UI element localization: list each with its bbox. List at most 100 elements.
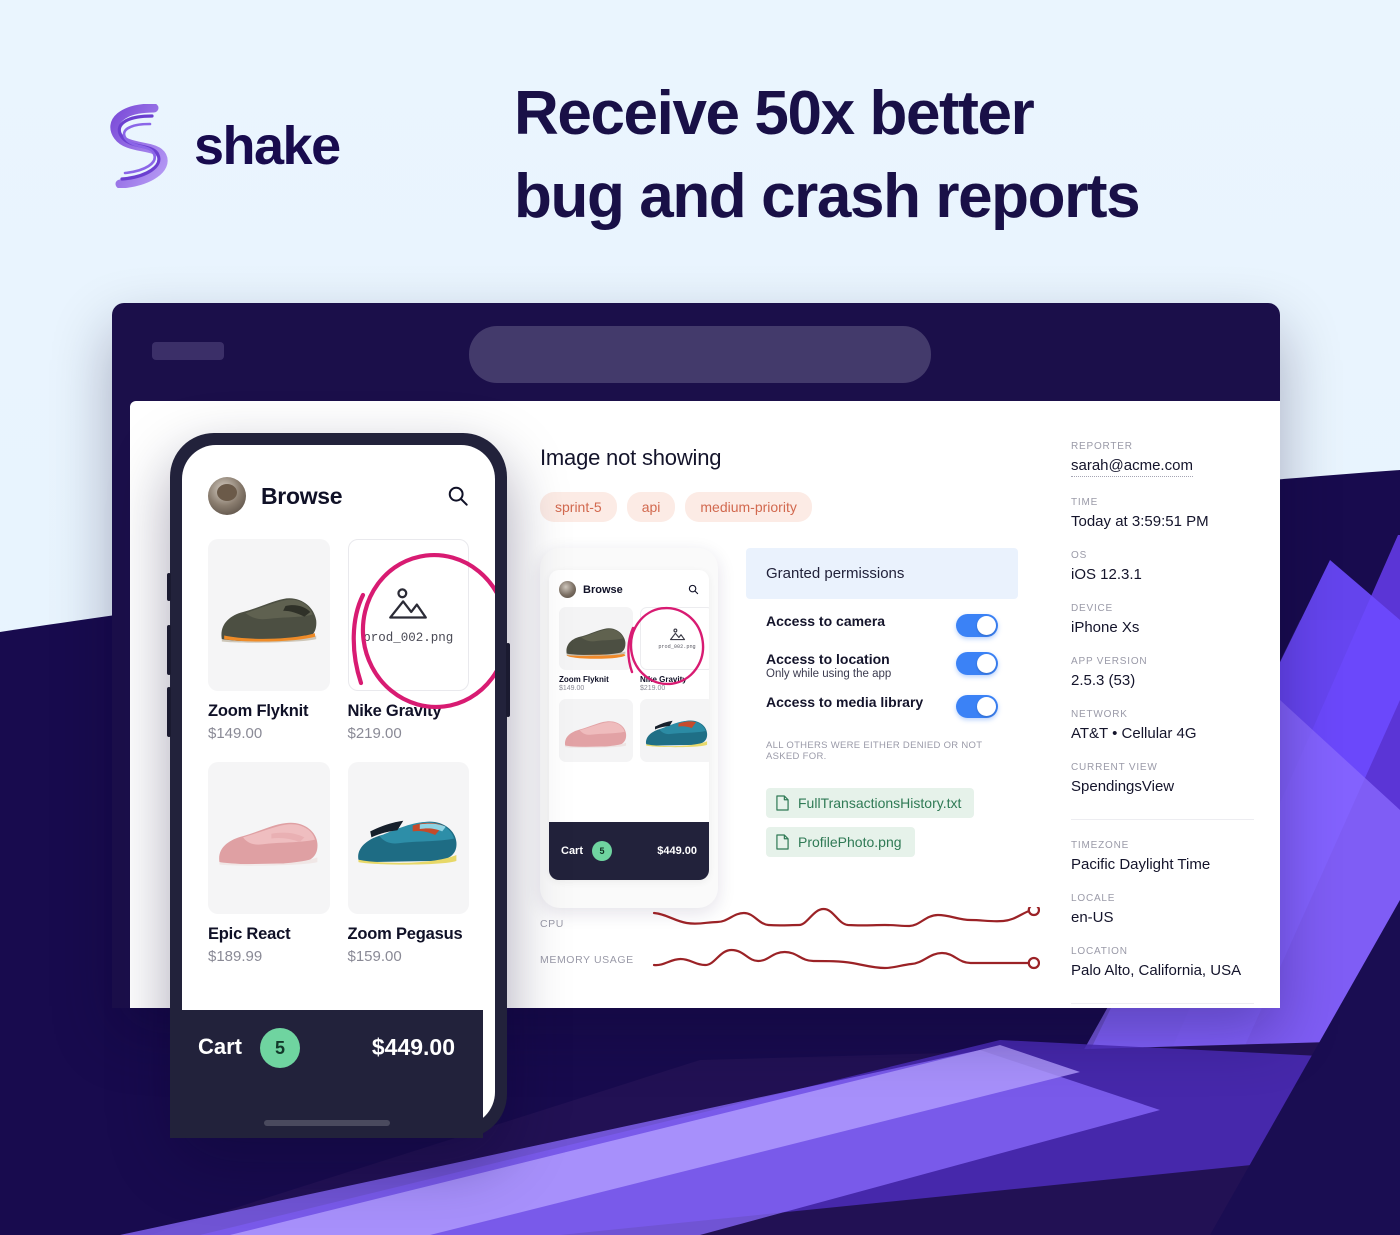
permission-toggle[interactable]	[956, 652, 998, 675]
preview-product-name: Zoom Flyknit	[559, 675, 609, 684]
preview-product-cell: Zoom Flyknit $149.00	[559, 607, 633, 692]
permission-sublabel: Only while using the app	[766, 668, 892, 680]
report-metadata-sidebar: REPORTER sarah@acme.com TIME Today at 3:…	[1045, 401, 1280, 1008]
product-price: $189.99	[208, 948, 263, 965]
permission-toggle[interactable]	[956, 695, 998, 718]
preview-product-cell: prod_002.png Nike Gravity $219.00	[640, 607, 709, 692]
report-title: Image not showing	[540, 445, 722, 470]
permission-label: Access to camera	[766, 613, 886, 629]
meta-key: OS	[1071, 550, 1088, 561]
product-card[interactable]: Zoom Flyknit $149.00	[208, 539, 330, 742]
preview-product-cell	[640, 699, 709, 762]
attachment-item[interactable]: ProfilePhoto.png	[766, 827, 915, 857]
cart-bar[interactable]: Cart 5 $449.00	[170, 1010, 483, 1138]
preview-product-price: $219.00	[640, 685, 666, 692]
product-card[interactable]: Zoom Pegasus $159.00	[347, 762, 469, 965]
reporter-email[interactable]: sarah@acme.com	[1071, 457, 1193, 477]
product-price: $159.00	[347, 948, 402, 965]
meta-key: CURRENT VIEW	[1071, 762, 1158, 773]
meta-value: en-US	[1071, 909, 1114, 926]
phone-mute-button[interactable]	[167, 573, 171, 601]
meta-key: LOCALE	[1071, 893, 1116, 904]
cart-item-count: 5	[260, 1028, 301, 1068]
meta-value: Today at 3:59:51 PM	[1071, 513, 1209, 530]
preview-product-cell	[559, 699, 633, 762]
broken-image-icon	[389, 588, 428, 619]
permissions-note: ALL OTHERS WERE EITHER DENIED OR NOT ASK…	[766, 740, 983, 762]
permissions-header: Granted permissions	[746, 548, 1018, 599]
product-image	[208, 762, 330, 914]
meta-key: LOCATION	[1071, 946, 1128, 957]
search-icon[interactable]	[447, 485, 469, 507]
product-price: $219.00	[347, 725, 402, 742]
permission-label: Access to media library	[766, 694, 924, 710]
page-headline: Receive 50x better bug and crash reports	[514, 72, 1344, 238]
product-card[interactable]: Epic React $189.99	[208, 762, 330, 965]
shoe-olive-image	[566, 627, 626, 659]
product-card[interactable]: prod_002.png Nike Gravity $219.00	[347, 539, 469, 742]
preview-product-image	[640, 699, 709, 762]
permission-row: Access to media library	[746, 680, 1018, 718]
permission-toggle[interactable]	[956, 614, 998, 637]
divider	[1071, 819, 1254, 820]
metric-row-cpu: CPU	[540, 906, 1040, 942]
app-topbar: Browse	[182, 445, 495, 515]
product-grid: Zoom Flyknit $149.00 prod_002.png Nike G…	[182, 515, 495, 965]
cart-total: $449.00	[371, 1034, 455, 1060]
meta-value: iPhone Xs	[1071, 619, 1140, 636]
browser-tab-placeholder[interactable]	[152, 342, 224, 360]
shoe-pink-image	[565, 720, 627, 748]
browser-url-bar[interactable]	[469, 326, 931, 383]
meta-value: Palo Alto, California, USA	[1071, 962, 1242, 979]
attachment-name: FullTransactionsHistory.txt	[798, 795, 962, 811]
tag-chip[interactable]: sprint-5	[540, 492, 617, 522]
phone-mockup: Browse Zoom Flyknit $149.00 prod_002.png…	[167, 433, 510, 1138]
product-image	[208, 539, 330, 691]
preview-product-name: Nike Gravity	[640, 675, 687, 684]
shake-logo-icon	[110, 104, 168, 188]
meta-key: APP VERSION	[1071, 656, 1148, 667]
preview-cart-bar: Cart 5 $449.00	[549, 822, 709, 880]
phone-volume-up-button[interactable]	[167, 625, 171, 675]
browser-chrome	[112, 303, 1280, 401]
product-name: Zoom Pegasus	[347, 925, 463, 943]
meta-value: SpendingsView	[1071, 778, 1175, 795]
file-icon	[776, 795, 789, 811]
product-name: Nike Gravity	[347, 702, 442, 720]
headline-line-2: bug and crash reports	[514, 162, 1141, 232]
shoe-teal-image	[646, 720, 708, 747]
preview-cart-total: $449.00	[657, 845, 697, 857]
tag-chip[interactable]: medium-priority	[685, 492, 812, 522]
memory-sparkline	[652, 948, 1040, 970]
home-indicator	[263, 1120, 390, 1126]
preview-product-image	[559, 699, 633, 762]
missing-image-filename: prod_002.png	[363, 631, 454, 645]
preview-title: Browse	[583, 583, 623, 596]
cart-label: Cart	[198, 1034, 243, 1059]
shoe-teal-image	[358, 820, 457, 865]
search-icon	[688, 584, 699, 595]
tag-chip[interactable]: api	[626, 492, 676, 522]
meta-key: TIME	[1071, 497, 1099, 508]
metric-label: CPU	[540, 918, 564, 930]
screenshot-preview[interactable]: Browse Zoom Flyknit $149.00 prod_002.png…	[540, 548, 718, 908]
metric-row-memory: MEMORY USAGE	[540, 942, 1040, 978]
attachment-item[interactable]: FullTransactionsHistory.txt	[766, 788, 975, 818]
meta-key: DEVICE	[1071, 603, 1114, 614]
attachments-list: FullTransactionsHistory.txt ProfilePhoto…	[746, 762, 1018, 857]
marketing-header: shake Receive 50x better bug and crash r…	[0, 0, 1400, 290]
divider	[1071, 1003, 1254, 1004]
preview-topbar: Browse	[549, 570, 709, 598]
attachment-name: ProfilePhoto.png	[798, 834, 902, 850]
user-avatar[interactable]	[208, 477, 246, 515]
phone-power-button[interactable]	[506, 643, 510, 717]
user-avatar	[559, 581, 576, 598]
brand-logo: shake	[104, 104, 341, 188]
preview-product-image	[559, 607, 633, 670]
preview-product-grid: Zoom Flyknit $149.00 prod_002.png Nike G…	[549, 598, 709, 762]
preview-missing-filename: prod_002.png	[658, 644, 696, 650]
shoe-olive-image	[221, 597, 317, 643]
performance-metrics: CPU MEMORY USAGE	[540, 906, 1040, 978]
meta-key: NETWORK	[1071, 709, 1128, 720]
phone-volume-down-button[interactable]	[167, 687, 171, 737]
